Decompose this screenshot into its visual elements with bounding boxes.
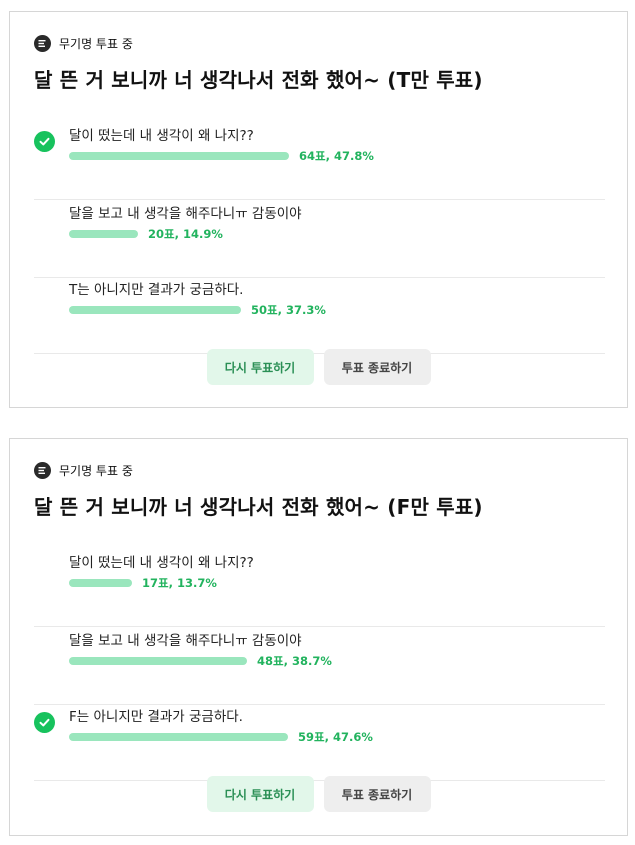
poll-option[interactable]: 달을 보고 내 생각을 해주다니ㅠ 감동이야 20표, 14.9% (34, 202, 605, 278)
vote-stat: 59표, 47.6% (298, 730, 373, 744)
poll-icon (34, 35, 51, 52)
option-label: T는 아니지만 결과가 궁금하다. (69, 282, 244, 298)
option-label: F는 아니지만 결과가 궁금하다. (69, 709, 243, 725)
option-label: 달이 떴는데 내 생각이 왜 나지?? (69, 555, 254, 571)
poll-status: 무기명 투표 중 (34, 462, 133, 479)
poll-status-text: 무기명 투표 중 (59, 464, 133, 478)
divider (34, 626, 605, 627)
poll-option[interactable]: 달이 떴는데 내 생각이 왜 나지?? 17표, 13.7% (34, 551, 605, 627)
revote-button[interactable]: 다시 투표하기 (206, 349, 314, 385)
vote-stat: 17표, 13.7% (142, 576, 217, 590)
divider (34, 199, 605, 200)
vote-bar (69, 733, 288, 741)
vote-bar (69, 230, 138, 238)
poll-option[interactable]: F는 아니지만 결과가 궁금하다. 59표, 47.6% (34, 705, 605, 781)
vote-bar (69, 657, 247, 665)
check-circle-icon (34, 712, 55, 733)
poll-title: 달 뜬 거 보니까 너 생각나서 전화 했어~ (F만 투표) (34, 495, 483, 519)
revote-button[interactable]: 다시 투표하기 (206, 776, 314, 812)
check-circle-icon (34, 131, 55, 152)
vote-bar (69, 152, 289, 160)
poll-actions: 다시 투표하기 투표 종료하기 (10, 349, 627, 385)
poll-status-text: 무기명 투표 중 (59, 37, 133, 51)
poll-actions: 다시 투표하기 투표 종료하기 (10, 776, 627, 812)
poll-title: 달 뜬 거 보니까 너 생각나서 전화 했어~ (T만 투표) (34, 68, 483, 92)
option-label: 달이 떴는데 내 생각이 왜 나지?? (69, 128, 254, 144)
option-label: 달을 보고 내 생각을 해주다니ㅠ 감동이야 (69, 206, 302, 222)
poll-option[interactable]: T는 아니지만 결과가 궁금하다. 50표, 37.3% (34, 278, 605, 354)
option-label: 달을 보고 내 생각을 해주다니ㅠ 감동이야 (69, 633, 302, 649)
vote-stat: 50표, 37.3% (251, 303, 326, 317)
poll-option[interactable]: 달이 떴는데 내 생각이 왜 나지?? 64표, 47.8% (34, 124, 605, 200)
vote-bar (69, 306, 241, 314)
poll-card: 무기명 투표 중 달 뜬 거 보니까 너 생각나서 전화 했어~ (T만 투표)… (9, 11, 628, 408)
end-poll-button[interactable]: 투표 종료하기 (323, 776, 431, 812)
vote-stat: 48표, 38.7% (257, 654, 332, 668)
poll-option[interactable]: 달을 보고 내 생각을 해주다니ㅠ 감동이야 48표, 38.7% (34, 629, 605, 705)
poll-icon (34, 462, 51, 479)
vote-bar (69, 579, 132, 587)
poll-card: 무기명 투표 중 달 뜬 거 보니까 너 생각나서 전화 했어~ (F만 투표)… (9, 438, 628, 836)
poll-status: 무기명 투표 중 (34, 35, 133, 52)
vote-stat: 20표, 14.9% (148, 227, 223, 241)
end-poll-button[interactable]: 투표 종료하기 (323, 349, 431, 385)
vote-stat: 64표, 47.8% (299, 149, 374, 163)
